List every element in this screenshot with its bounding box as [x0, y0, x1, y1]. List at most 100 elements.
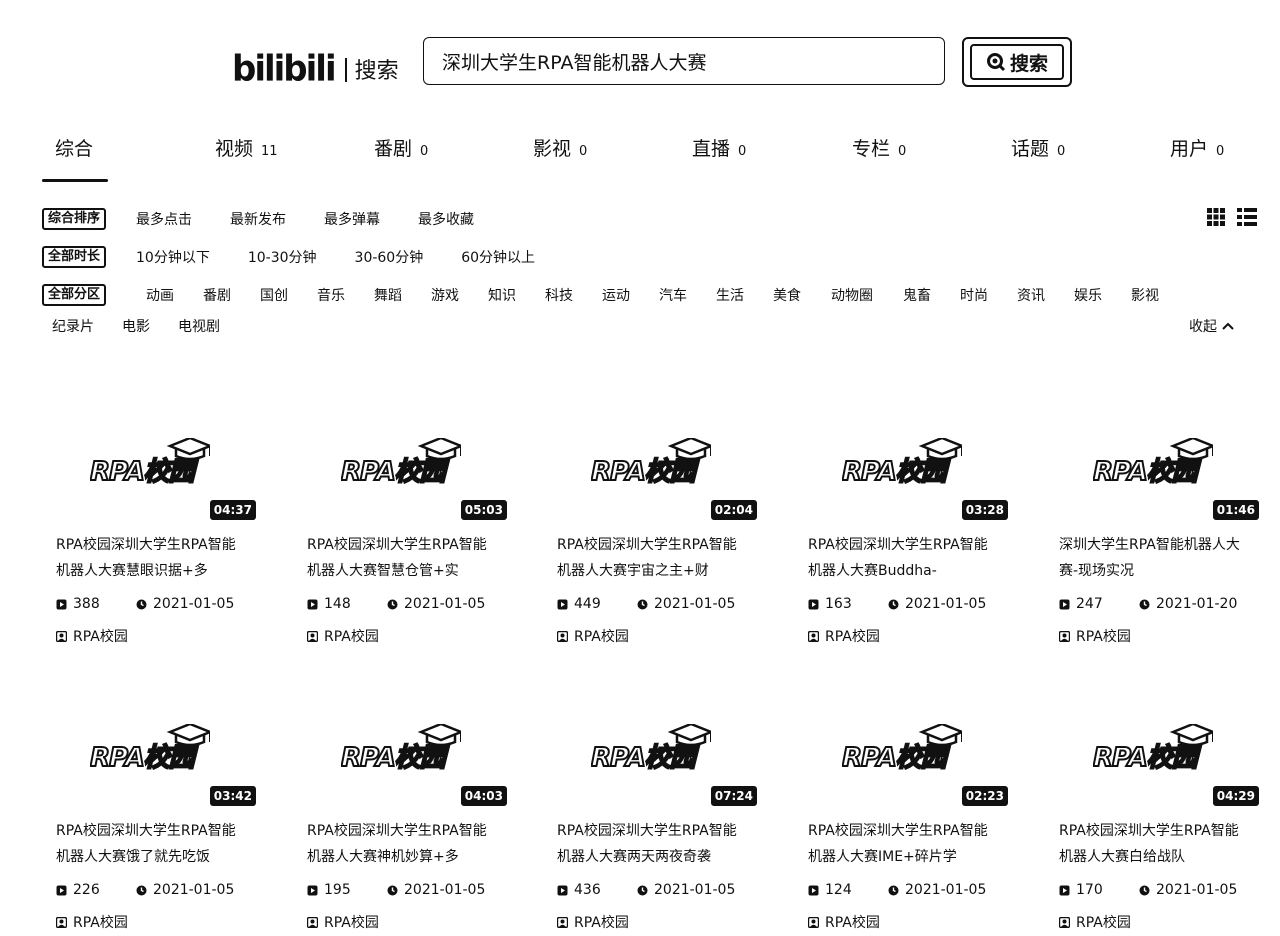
search-input[interactable]: 深圳大学生RPA智能机器人大赛	[423, 37, 945, 85]
tab-movie[interactable]: 影视 0	[533, 134, 587, 161]
video-thumbnail[interactable]: RPA校园 03:28	[808, 410, 1008, 520]
zone-item[interactable]: 电影	[122, 316, 150, 336]
video-title[interactable]: RPA校园深圳大学生RPA智能机器人大赛宇宙之主+财	[557, 532, 747, 584]
uploader-name: RPA校园	[1076, 915, 1131, 931]
uploader[interactable]: RPA校园	[808, 912, 880, 932]
video-thumbnail[interactable]: RPA校园 01:46	[1059, 410, 1259, 520]
sort-newest[interactable]: 最新发布	[230, 209, 286, 229]
duration-30-60[interactable]: 30-60分钟	[355, 247, 424, 267]
search-button[interactable]: 搜索	[962, 37, 1072, 87]
video-title[interactable]: RPA校园深圳大学生RPA智能机器人大赛白给战队	[1059, 818, 1249, 870]
zone-item[interactable]: 影视	[1131, 285, 1159, 305]
zone-item[interactable]: 时尚	[960, 285, 988, 305]
video-card[interactable]: RPA校园 02:23 RPA校园深圳大学生RPA智能机器人大赛IME+碎片学 …	[808, 696, 1008, 936]
zone-item[interactable]: 娱乐	[1074, 285, 1102, 305]
duration-under-10[interactable]: 10分钟以下	[136, 247, 210, 267]
grid-view-icon[interactable]	[1206, 207, 1226, 227]
video-card[interactable]: RPA校园 03:28 RPA校园深圳大学生RPA智能机器人大赛Buddha- …	[808, 410, 1008, 650]
uploader[interactable]: RPA校园	[557, 626, 629, 646]
zone-item[interactable]: 电视剧	[178, 316, 220, 336]
duration-over-60[interactable]: 60分钟以上	[461, 247, 535, 267]
zone-item[interactable]: 美食	[773, 285, 801, 305]
video-thumbnail[interactable]: RPA校园 03:42	[56, 696, 256, 806]
tab-video[interactable]: 视频 11	[215, 134, 278, 161]
uploader[interactable]: RPA校园	[808, 626, 880, 646]
collapse-button[interactable]: 收起	[1189, 316, 1235, 336]
video-thumbnail[interactable]: RPA校园 04:37	[56, 410, 256, 520]
video-thumbnail[interactable]: RPA校园 04:03	[307, 696, 507, 806]
zone-item[interactable]: 纪录片	[52, 316, 94, 336]
upload-date-value: 2021-01-05	[654, 882, 736, 898]
video-title[interactable]: 深圳大学生RPA智能机器人大赛-现场实况	[1059, 532, 1249, 584]
list-view-icon[interactable]	[1236, 207, 1258, 227]
video-title[interactable]: RPA校园深圳大学生RPA智能机器人大赛IME+碎片学	[808, 818, 998, 870]
play-count: 247	[1059, 596, 1139, 612]
tab-topic[interactable]: 话题 0	[1011, 134, 1065, 161]
rpa-logo-text: RPA校园	[341, 743, 450, 773]
video-card[interactable]: RPA校园 04:03 RPA校园深圳大学生RPA智能机器人大赛神机妙算+多 1…	[307, 696, 507, 936]
duration-10-30[interactable]: 10-30分钟	[248, 247, 317, 267]
view-toggle	[1206, 207, 1258, 227]
uploader-icon	[808, 916, 819, 928]
sort-active-chip[interactable]: 综合排序	[42, 208, 107, 230]
sort-most-danmaku[interactable]: 最多弹幕	[324, 209, 380, 229]
tab-count: 0	[898, 144, 907, 159]
zone-item[interactable]: 游戏	[431, 285, 459, 305]
tab-all[interactable]: 综合	[55, 134, 93, 161]
clock-icon	[136, 885, 147, 895]
zone-item[interactable]: 资讯	[1017, 285, 1045, 305]
video-title[interactable]: RPA校园深圳大学生RPA智能机器人大赛饿了就先吃饭	[56, 818, 246, 870]
uploader[interactable]: RPA校园	[557, 912, 629, 932]
uploader[interactable]: RPA校园	[307, 626, 379, 646]
bilibili-logo[interactable]: bilibili 搜索	[232, 46, 399, 87]
uploader[interactable]: RPA校园	[56, 626, 128, 646]
video-title[interactable]: RPA校园深圳大学生RPA智能机器人大赛慧眼识据+多	[56, 532, 246, 584]
zone-item[interactable]: 番剧	[203, 285, 231, 305]
video-title[interactable]: RPA校园深圳大学生RPA智能机器人大赛两天两夜奇袭	[557, 818, 747, 870]
video-thumbnail[interactable]: RPA校园 07:24	[557, 696, 757, 806]
video-thumbnail[interactable]: RPA校园 02:23	[808, 696, 1008, 806]
zone-item[interactable]: 国创	[260, 285, 288, 305]
zone-item[interactable]: 动物圈	[831, 285, 873, 305]
zone-item[interactable]: 生活	[716, 285, 744, 305]
video-thumbnail[interactable]: RPA校园 05:03	[307, 410, 507, 520]
sort-most-clicks[interactable]: 最多点击	[136, 209, 192, 229]
uploader-name: RPA校园	[825, 629, 880, 645]
zone-filter-row-2: 纪录片 电影 电视剧	[52, 316, 220, 336]
uploader[interactable]: RPA校园	[56, 912, 128, 932]
zone-item[interactable]: 鬼畜	[903, 285, 931, 305]
zone-item[interactable]: 运动	[602, 285, 630, 305]
tab-live[interactable]: 直播 0	[692, 134, 746, 161]
video-title[interactable]: RPA校园深圳大学生RPA智能机器人大赛神机妙算+多	[307, 818, 497, 870]
rpa-logo-text: RPA校园	[90, 743, 199, 773]
sort-most-favorites[interactable]: 最多收藏	[418, 209, 474, 229]
zone-item[interactable]: 舞蹈	[374, 285, 402, 305]
uploader[interactable]: RPA校园	[307, 912, 379, 932]
play-count-value: 170	[1076, 882, 1103, 898]
zone-item[interactable]: 汽车	[659, 285, 687, 305]
tab-article[interactable]: 专栏 0	[852, 134, 906, 161]
video-title[interactable]: RPA校园深圳大学生RPA智能机器人大赛Buddha-	[808, 532, 998, 584]
video-card[interactable]: RPA校园 03:42 RPA校园深圳大学生RPA智能机器人大赛饿了就先吃饭 2…	[56, 696, 256, 936]
video-thumbnail[interactable]: RPA校园 02:04	[557, 410, 757, 520]
tab-bangumi[interactable]: 番剧 0	[374, 134, 428, 161]
tab-user[interactable]: 用户 0	[1170, 134, 1224, 161]
video-card[interactable]: RPA校园 07:24 RPA校园深圳大学生RPA智能机器人大赛两天两夜奇袭 4…	[557, 696, 757, 936]
duration-active-chip[interactable]: 全部时长	[42, 246, 107, 268]
zone-item[interactable]: 动画	[146, 285, 174, 305]
uploader[interactable]: RPA校园	[1059, 626, 1131, 646]
video-card[interactable]: RPA校园 05:03 RPA校园深圳大学生RPA智能机器人大赛智慧仓管+实 1…	[307, 410, 507, 650]
video-card[interactable]: RPA校园 04:37 RPA校园深圳大学生RPA智能机器人大赛慧眼识据+多 3…	[56, 410, 256, 650]
zone-item[interactable]: 科技	[545, 285, 573, 305]
zone-item[interactable]: 音乐	[317, 285, 345, 305]
video-card[interactable]: RPA校园 04:29 RPA校园深圳大学生RPA智能机器人大赛白给战队 170…	[1059, 696, 1259, 936]
zone-item[interactable]: 知识	[488, 285, 516, 305]
video-card[interactable]: RPA校园 01:46 深圳大学生RPA智能机器人大赛-现场实况 247 202…	[1059, 410, 1259, 650]
uploader[interactable]: RPA校园	[1059, 912, 1131, 932]
video-card[interactable]: RPA校园 02:04 RPA校园深圳大学生RPA智能机器人大赛宇宙之主+财 4…	[557, 410, 757, 650]
upload-date: 2021-01-05	[888, 882, 986, 898]
rpa-campus-logo: RPA校园	[89, 436, 214, 492]
video-thumbnail[interactable]: RPA校园 04:29	[1059, 696, 1259, 806]
zone-active-chip[interactable]: 全部分区	[42, 284, 107, 306]
video-title[interactable]: RPA校园深圳大学生RPA智能机器人大赛智慧仓管+实	[307, 532, 497, 584]
